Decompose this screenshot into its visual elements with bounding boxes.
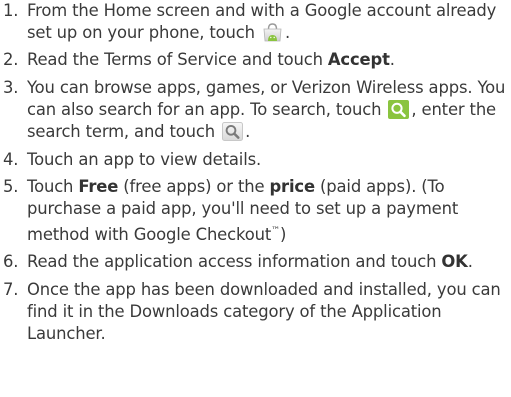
step-number: 7. — [3, 280, 19, 299]
step-text-end: . — [467, 252, 473, 271]
step-text: Once the app has been downloaded and ins… — [27, 280, 501, 343]
step-number: 2. — [3, 50, 19, 69]
step-text: Read the application access information … — [27, 252, 442, 271]
android-market-bag-icon — [262, 23, 283, 42]
accept-label: Accept — [327, 50, 390, 69]
free-label: Free — [78, 177, 119, 196]
step-1: 1. From the Home screen and with a Googl… — [0, 0, 511, 44]
step-text-mid: (free apps) or the — [118, 177, 270, 196]
search-icon — [222, 122, 244, 141]
step-number: 6. — [3, 252, 19, 271]
search-magnifier-icon — [388, 100, 410, 119]
step-4: 4. Touch an app to view details. — [0, 149, 511, 171]
step-6: 6. Read the application access informati… — [0, 251, 511, 273]
step-text-end: . — [245, 122, 251, 141]
step-number: 4. — [3, 150, 19, 169]
step-text-end: . — [389, 50, 395, 69]
ok-label: OK — [441, 252, 468, 271]
step-number: 5. — [3, 177, 19, 196]
step-text: Read the Terms of Service and touch — [27, 50, 328, 69]
step-text-end: ) — [280, 225, 287, 244]
step-number: 1. — [3, 1, 19, 20]
instruction-list: 1. From the Home screen and with a Googl… — [0, 0, 511, 349]
step-7: 7. Once the app has been downloaded and … — [0, 279, 511, 345]
step-5: 5. Touch Free (free apps) or the price (… — [0, 176, 511, 246]
step-3: 3. You can browse apps, games, or Verizo… — [0, 77, 511, 143]
trademark-symbol: ™ — [271, 226, 280, 236]
step-text: Touch — [27, 177, 79, 196]
step-text: Touch an app to view details. — [27, 150, 262, 169]
step-2: 2. Read the Terms of Service and touch A… — [0, 49, 511, 71]
step-number: 3. — [3, 78, 19, 97]
step-text-end: . — [284, 23, 290, 42]
price-label: price — [269, 177, 315, 196]
